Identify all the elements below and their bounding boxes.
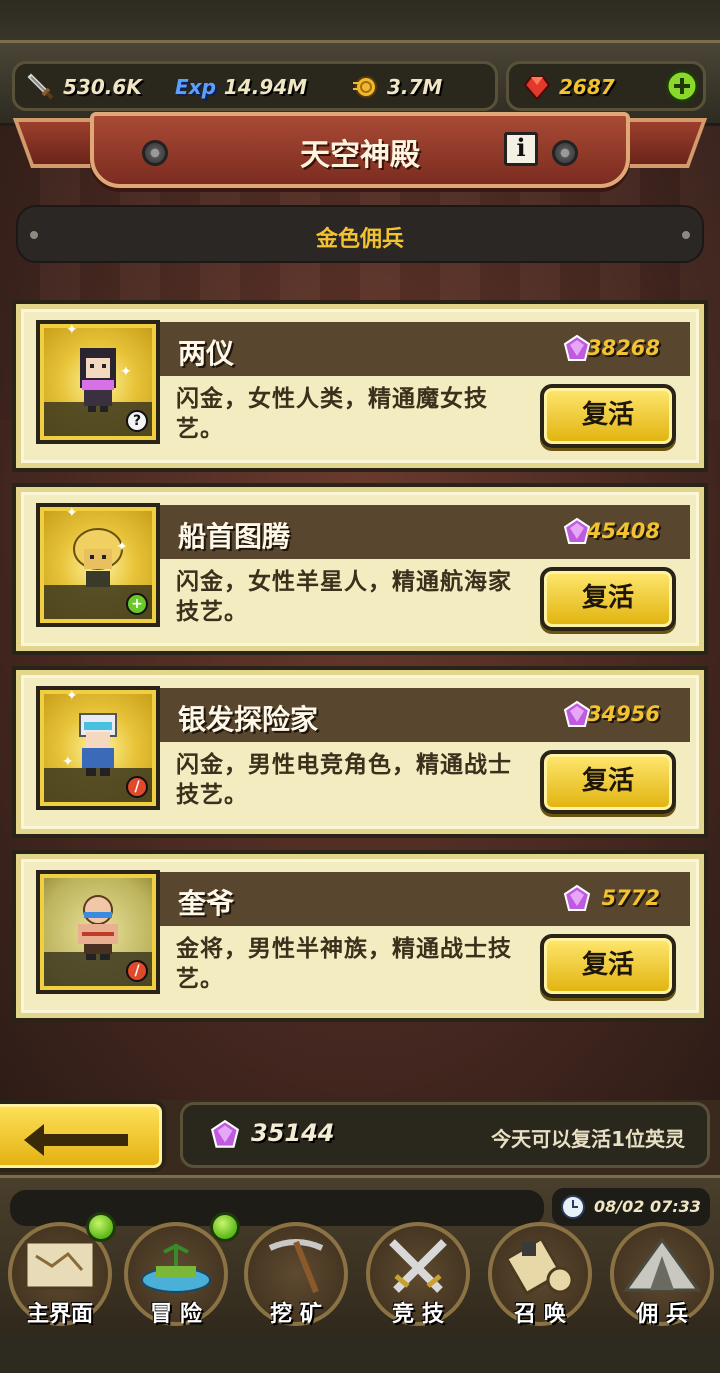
nav-label: 主界面 — [26, 1302, 93, 1327]
gold-coin-icon — [353, 76, 377, 98]
ram-figurehead-icon — [73, 528, 123, 587]
gold-resource: 3.7M — [351, 72, 442, 102]
hero-cost: 5772 — [601, 886, 660, 910]
exp-icon: Exp — [175, 75, 216, 99]
nav-label: 挖 矿 — [270, 1302, 322, 1327]
back-arrow-icon — [24, 1124, 128, 1156]
nav-mercenary[interactable]: 佣 兵 — [606, 1222, 718, 1332]
back-button[interactable] — [0, 1100, 166, 1172]
dark-haired-girl-icon — [80, 348, 116, 412]
nav-label: 佣 兵 — [636, 1302, 688, 1327]
hero-name: 两仪 — [178, 337, 235, 370]
nav-label: 冒 险 — [150, 1302, 202, 1327]
notification-dot-icon — [86, 1212, 116, 1242]
gem-resource-panel: 2687 — [506, 61, 706, 111]
name-bar: 船首图腾 45408 — [160, 505, 690, 559]
purple-gem-icon — [563, 884, 591, 911]
gem-resource: 2687 — [523, 72, 615, 102]
name-bar: 奎爷 5772 — [160, 872, 690, 926]
sparkle-icon: ✦ — [120, 364, 132, 380]
tent-icon — [623, 1237, 701, 1292]
hero-description: 金将，男性半神族，精通战士技艺。 — [176, 936, 512, 992]
summon-scroll-icon — [504, 1236, 574, 1296]
mercenary-card: ✦ ✦ + 船首图腾 45408 闪金，女性羊星人，精通航海家技艺。 复活 — [12, 483, 708, 655]
attack-value: 530.6K — [63, 75, 142, 99]
strip-dot — [682, 231, 690, 239]
hero-portrait[interactable]: / — [36, 870, 160, 994]
hero-cost: 34956 — [586, 702, 660, 726]
island-icon — [141, 1244, 211, 1293]
hero-name: 船首图腾 — [178, 520, 291, 553]
map-scroll-icon — [24, 1240, 96, 1290]
pickaxe-icon — [268, 1239, 324, 1294]
hero-portrait[interactable]: ✦ ✦ + — [36, 503, 160, 627]
hero-name: 银发探险家 — [178, 703, 319, 736]
clock-icon — [561, 1195, 585, 1219]
clock-display: 08/02 07:33 — [552, 1188, 710, 1226]
gold-value: 3.7M — [387, 75, 443, 99]
nav-arena[interactable]: 竞 技 — [362, 1222, 474, 1332]
gem-value: 2687 — [559, 75, 615, 99]
category-strip: 金色佣兵 — [16, 205, 704, 263]
hero-cost: 38268 — [586, 336, 660, 360]
revive-button[interactable]: 复活 — [540, 567, 676, 631]
sparkle-icon: ✦ — [66, 505, 78, 521]
nav-summon[interactable]: 召 唤 — [484, 1222, 596, 1332]
revive-button[interactable]: 复活 — [540, 750, 676, 814]
question-badge-icon: ? — [126, 410, 148, 432]
purple-gem-icon — [210, 1119, 240, 1148]
hero-portrait[interactable]: ✦ ✦ ? — [36, 320, 160, 444]
weapon-badge-icon: / — [126, 960, 148, 982]
footer-base — [0, 1335, 720, 1373]
weapon-badge-icon: / — [126, 776, 148, 798]
revive-button[interactable]: 复活 — [540, 934, 676, 998]
mercenary-card: / 奎爷 5772 金将，男性半神族，精通战士技艺。 复活 — [12, 850, 708, 1022]
hero-name: 奎爷 — [178, 887, 235, 920]
hero-description: 闪金，女性羊星人，精通航海家技艺。 — [176, 569, 512, 625]
nav-mining[interactable]: 挖 矿 — [240, 1222, 352, 1332]
title-banner: 天空神殿 i — [90, 112, 630, 188]
hero-portrait[interactable]: ✦ ✦ / — [36, 686, 160, 810]
name-bar: 银发探险家 34956 — [160, 688, 690, 742]
ruby-icon — [523, 76, 551, 101]
nav-label: 竞 技 — [392, 1302, 444, 1327]
crossed-swords-icon — [389, 1239, 447, 1293]
category-title: 金色佣兵 — [315, 227, 404, 252]
resource-panel: 530.6K Exp 14.94M 3.7M — [12, 61, 498, 111]
hero-cost: 45408 — [586, 519, 660, 543]
gem-balance: 35144 — [251, 1119, 335, 1147]
name-bar: 两仪 38268 — [160, 322, 690, 376]
hero-description: 闪金，男性电竞角色，精通战士技艺。 — [176, 752, 512, 808]
nav-label: 召 唤 — [514, 1302, 566, 1327]
sparkle-icon: ✦ — [66, 322, 78, 338]
mercenary-card: ✦ ✦ / 银发探险家 34956 闪金，男性电竞角色，精通战士技艺。 复活 — [12, 666, 708, 838]
plus-badge-icon: + — [126, 593, 148, 615]
sword-icon — [27, 73, 54, 100]
hero-description: 闪金，女性人类，精通魔女技艺。 — [176, 386, 488, 442]
exp-value: 14.94M — [223, 75, 308, 99]
attack-resource: 530.6K — [27, 72, 142, 102]
info-button[interactable]: i — [504, 132, 538, 166]
exp-resource: Exp 14.94M — [175, 72, 307, 102]
daily-revive-note: 今天可以复活1位英灵 — [491, 1127, 685, 1151]
sparkle-icon: ✦ — [62, 754, 74, 770]
add-gems-icon[interactable] — [665, 69, 699, 103]
page-title: 天空神殿 — [300, 138, 420, 173]
mercenary-card: ✦ ✦ ? 两仪 38268 闪金，女性人类，精通魔女技艺。 复活 — [12, 300, 708, 472]
notification-dot-icon — [210, 1212, 240, 1242]
sparkle-icon: ✦ — [66, 688, 78, 704]
silver-haired-explorer-icon — [79, 713, 117, 776]
clock-time: 08/02 07:33 — [594, 1197, 701, 1216]
bald-warrior-icon — [78, 895, 118, 960]
revive-status-panel: 35144 今天可以复活1位英灵 — [180, 1102, 710, 1168]
revive-button[interactable]: 复活 — [540, 384, 676, 448]
sparkle-icon: ✦ — [116, 539, 128, 555]
bolt-icon — [552, 140, 578, 166]
